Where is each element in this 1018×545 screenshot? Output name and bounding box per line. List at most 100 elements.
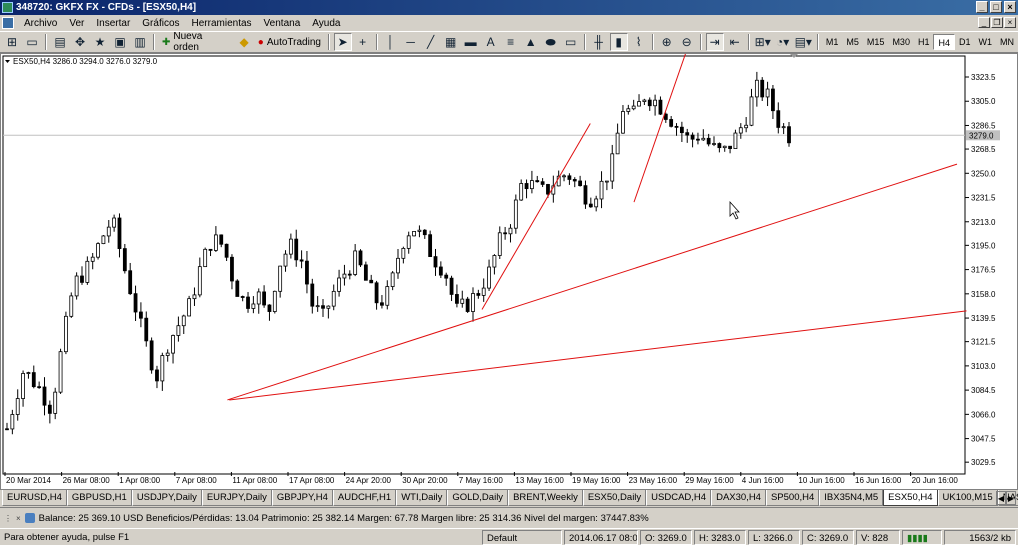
horizontal-line-icon[interactable]: ─ [402, 33, 420, 51]
market-watch-icon[interactable]: ▤ [51, 33, 69, 51]
status-low: L: 3266.0 [748, 530, 800, 545]
price-chart[interactable]: ESX50,H4 3286.0 3294.0 3276.0 3279.0 3323… [1, 54, 1017, 489]
menu-item-3[interactable]: Gráficos [136, 18, 185, 29]
candle-body [74, 275, 79, 297]
close-button[interactable]: × [1004, 1, 1016, 13]
templates-icon[interactable]: ▤▾ [794, 33, 813, 51]
auto-scroll-icon[interactable]: ⇥ [705, 33, 724, 51]
autotrading-button[interactable]: ● AutoTrading [255, 33, 324, 51]
timeframe-m30[interactable]: M30 [888, 34, 914, 50]
text-icon[interactable]: A [482, 33, 500, 51]
data-window-icon[interactable]: ✥ [71, 33, 89, 51]
candle-body [765, 88, 770, 98]
timeframe-m5[interactable]: M5 [842, 34, 863, 50]
chart-tab[interactable]: USDCAD,H4 [646, 490, 712, 506]
chart-tab[interactable]: SP500,H4 [765, 490, 820, 506]
minimize-button[interactable]: _ [976, 1, 988, 13]
menu-item-5[interactable]: Ventana [258, 18, 307, 29]
rectangle-icon[interactable]: ▬ [462, 33, 480, 51]
trendline[interactable] [633, 54, 687, 203]
tester-icon[interactable]: ▥ [131, 33, 149, 51]
chart-tab[interactable]: GBPJPY,H4 [271, 490, 333, 506]
trendline[interactable] [227, 163, 958, 401]
menu-item-1[interactable]: Ver [63, 18, 90, 29]
menu-item-2[interactable]: Insertar [90, 18, 136, 29]
y-tick-label: 3305.0 [971, 97, 996, 106]
menu-item-4[interactable]: Herramientas [186, 18, 258, 29]
chart-tab[interactable]: AUDCHF,H1 [332, 490, 397, 506]
menu-item-0[interactable]: Archivo [18, 18, 63, 29]
mdi-chart-icon[interactable] [2, 17, 14, 29]
timeframe-mn[interactable]: MN [996, 34, 1018, 50]
timeframe-h1[interactable]: H1 [914, 34, 934, 50]
chart-tab[interactable]: WTI,Daily [396, 490, 448, 506]
terminal-icon[interactable]: ▣ [111, 33, 129, 51]
candle-body [599, 180, 604, 200]
mdi-close-button[interactable]: × [1004, 17, 1016, 28]
terminal-grip-icon[interactable]: ⋮ [4, 514, 12, 523]
chart-tab[interactable]: GOLD,Daily [447, 490, 509, 506]
crosshair-icon[interactable]: + [354, 33, 372, 51]
terminal-close-icon[interactable]: × [16, 514, 21, 523]
chart-tab[interactable]: BRENT,Weekly [508, 490, 583, 506]
candlestick-icon[interactable]: ▮ [609, 33, 628, 51]
chart-tab[interactable]: EURUSD,H4 [2, 490, 67, 506]
candle-body [5, 428, 9, 431]
tab-scroll-right-icon[interactable]: ▶ [1006, 491, 1016, 505]
label-icon[interactable]: ▭ [562, 33, 580, 51]
chart-shift-icon[interactable]: ⇤ [726, 33, 744, 51]
chart-tab[interactable]: IBX35N4,M5 [819, 490, 884, 506]
trendline-icon[interactable]: ╱ [422, 33, 440, 51]
trendline[interactable] [481, 123, 591, 310]
line-chart-icon[interactable]: ⌇ [630, 33, 648, 51]
profiles-icon[interactable]: ▭ [23, 33, 41, 51]
chart-tab[interactable]: UK100,M15 [937, 490, 998, 506]
indicators-icon[interactable]: ⊞▾ [754, 33, 772, 51]
metaeditor-icon[interactable]: ◆ [235, 33, 253, 51]
candle-body [679, 126, 684, 134]
x-tick-label: 20 Mar 2014 [6, 476, 51, 485]
new-chart-icon[interactable]: ⊞ [3, 33, 21, 51]
triangle-icon[interactable]: ▲ [522, 33, 540, 51]
timeframe-m15[interactable]: M15 [863, 34, 889, 50]
connection-bars-icon: ▮▮▮▮ [902, 530, 942, 545]
candle-body [219, 234, 224, 245]
periods-icon[interactable]: ◔▾ [774, 33, 792, 51]
fibonacci-icon[interactable]: ≡ [502, 33, 520, 51]
zoom-out-icon[interactable]: ⊖ [678, 33, 696, 51]
timeframe-d1[interactable]: D1 [955, 34, 975, 50]
mdi-minimize-button[interactable]: _ [978, 17, 990, 28]
ellipse-icon[interactable]: ⬬ [542, 33, 560, 51]
status-profile[interactable]: Default [482, 530, 562, 545]
chart-tab[interactable]: EURJPY,Daily [201, 490, 272, 506]
trendline[interactable] [229, 310, 967, 401]
channel-icon[interactable]: ▦ [442, 33, 460, 51]
candle-body [187, 298, 192, 317]
mdi-restore-button[interactable]: ❐ [991, 17, 1003, 28]
cursor-icon[interactable]: ➤ [333, 33, 352, 51]
new-order-button[interactable]: ✚ Nueva orden [159, 31, 233, 53]
candle-body [305, 260, 309, 285]
navigator-icon[interactable]: ★ [91, 33, 109, 51]
candle-body [144, 317, 149, 342]
chart-tab[interactable]: USDJPY,Daily [131, 490, 202, 506]
chart-window[interactable]: ESX50,H4 3286.0 3294.0 3276.0 3279.0 3323… [0, 53, 1018, 490]
tab-scroll-left-icon[interactable]: ◀ [996, 491, 1006, 505]
plot-area[interactable] [2, 55, 966, 475]
vertical-line-icon[interactable]: │ [382, 33, 400, 51]
timeframe-m1[interactable]: M1 [822, 34, 843, 50]
terminal-bar: ⋮ × Balance: 25 369.10 USD Beneficios/Pé… [0, 507, 1018, 528]
timeframe-h4[interactable]: H4 [933, 34, 955, 50]
menu-item-6[interactable]: Ayuda [306, 18, 346, 29]
candle-body [781, 126, 786, 129]
chart-tab[interactable]: DAX30,H4 [711, 490, 766, 506]
bar-chart-icon[interactable]: ╫ [590, 33, 608, 51]
chart-tab[interactable]: GBPUSD,H1 [66, 490, 132, 506]
x-tick-label: 19 May 16:00 [572, 476, 621, 485]
status-high: H: 3283.0 [694, 530, 746, 545]
maximize-button[interactable]: □ [990, 1, 1002, 13]
zoom-in-icon[interactable]: ⊕ [658, 33, 676, 51]
chart-tab[interactable]: ESX50,H4 [883, 490, 938, 506]
timeframe-w1[interactable]: W1 [975, 34, 997, 50]
chart-tab[interactable]: ESX50,Daily [582, 490, 647, 506]
